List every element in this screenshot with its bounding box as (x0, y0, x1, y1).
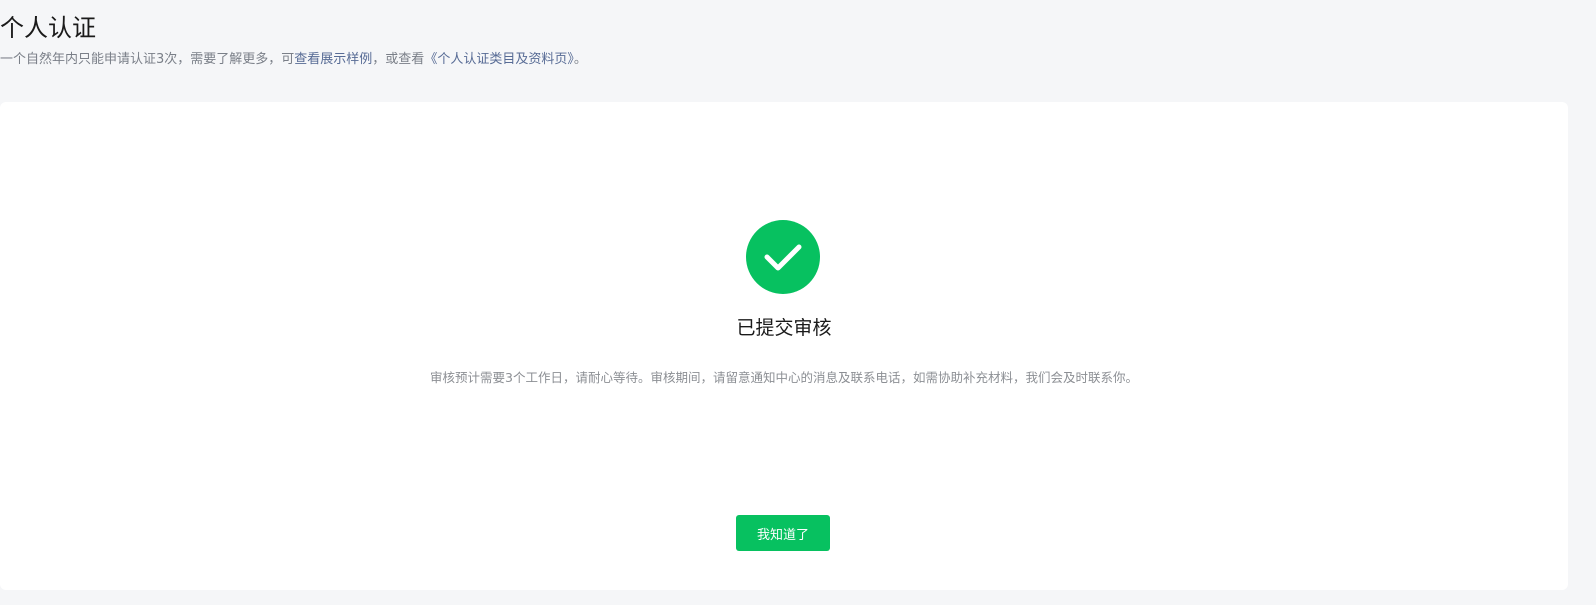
category-materials-link[interactable]: 《个人认证类目及资料页》 (424, 52, 574, 67)
check-circle-icon (746, 220, 820, 294)
checkmark-icon (764, 244, 802, 271)
description-prefix: 一个自然年内只能申请认证3次，需要了解更多，可 (0, 52, 295, 67)
description-middle: ，或查看 (372, 52, 425, 67)
status-description: 审核预计需要3个工作日，请耐心等待。审核期间，请留意通知中心的消息及联系电话，如… (430, 370, 1138, 385)
status-title: 已提交审核 (736, 317, 832, 339)
view-example-link[interactable]: 查看展示样例 (294, 52, 372, 67)
description-suffix: 。 (573, 52, 587, 67)
page-title: 个人认证 (0, 14, 96, 42)
acknowledge-button[interactable]: 我知道了 (736, 515, 830, 551)
page-description: 一个自然年内只能申请认证3次，需要了解更多，可查看展示样例，或查看《个人认证类目… (0, 50, 587, 70)
result-card: 已提交审核 审核预计需要3个工作日，请耐心等待。审核期间，请留意通知中心的消息及… (0, 102, 1568, 590)
page-header: 个人认证 一个自然年内只能申请认证3次，需要了解更多，可查看展示样例，或查看《个… (0, 0, 1596, 102)
